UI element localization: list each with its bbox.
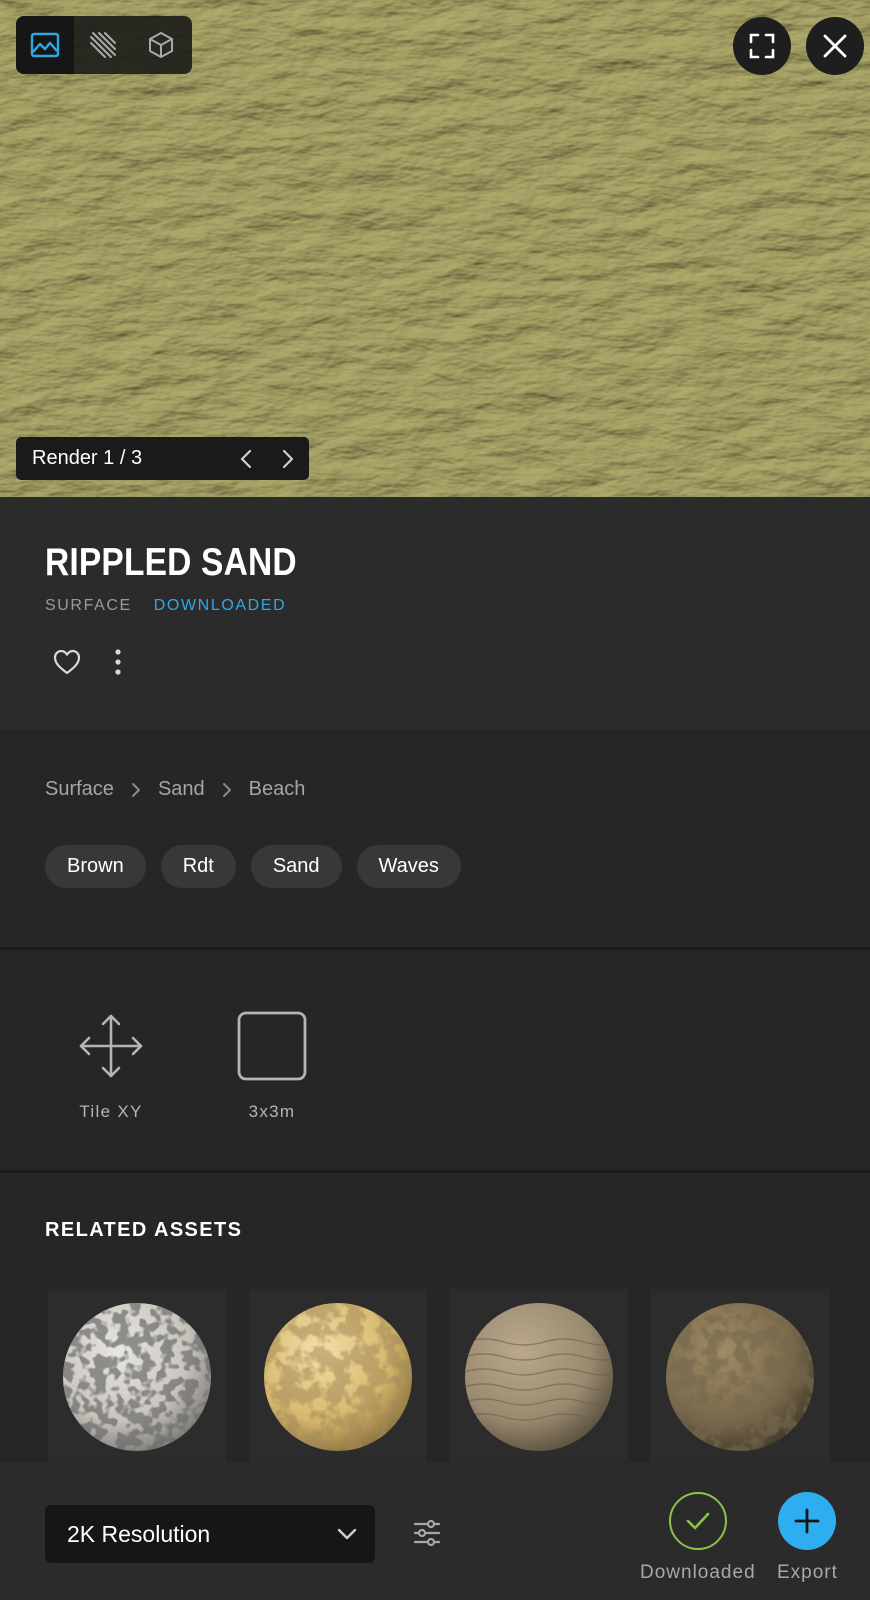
downloaded-label: Downloaded xyxy=(640,1562,756,1583)
sliders-icon xyxy=(413,1519,441,1547)
fullscreen-button[interactable] xyxy=(733,17,791,75)
texture-lines-icon xyxy=(90,32,116,58)
material-sphere-thumbnail xyxy=(63,1302,211,1451)
tile-label: Tile XY xyxy=(79,1102,143,1121)
view-mode-toggle xyxy=(16,16,192,74)
download-status: DOWNLOADED xyxy=(153,597,287,614)
resolution-select[interactable]: 2K Resolution xyxy=(45,1505,375,1563)
export-label: Export xyxy=(777,1562,838,1583)
cube-icon xyxy=(149,32,173,58)
download-settings-button[interactable] xyxy=(409,1515,445,1551)
close-icon xyxy=(823,34,847,58)
plus-icon xyxy=(795,1508,820,1534)
more-options-button[interactable] xyxy=(105,645,131,679)
material-sphere-thumbnail xyxy=(264,1302,412,1451)
downloaded-button[interactable] xyxy=(668,1492,727,1550)
categories-section: Surface Sand Beach Brown Rdt Sand Waves xyxy=(0,730,870,950)
related-asset-card[interactable] xyxy=(249,1289,427,1464)
tag-chip[interactable]: Brown xyxy=(45,845,146,888)
related-assets-list xyxy=(48,1289,829,1464)
render-navigator: Render 1 / 3 xyxy=(16,437,309,480)
breadcrumb-item-surface[interactable]: Surface xyxy=(45,778,114,801)
tag-list: Brown Rdt Sand Waves xyxy=(45,845,461,888)
material-sphere-thumbnail xyxy=(465,1302,613,1451)
chevron-down-icon xyxy=(337,1528,357,1540)
chevron-right-icon xyxy=(222,782,232,798)
fullscreen-icon xyxy=(749,33,775,59)
asset-type: SURFACE xyxy=(45,597,132,614)
tile-property: Tile XY xyxy=(75,1010,147,1122)
export-action[interactable]: Export xyxy=(777,1492,838,1584)
size-label: 3x3m xyxy=(248,1102,296,1121)
related-assets-heading: RELATED ASSETS xyxy=(45,1219,243,1241)
size-property: 3x3m xyxy=(236,1010,308,1122)
tag-chip[interactable]: Rdt xyxy=(160,845,236,888)
view-maps-button[interactable] xyxy=(74,16,132,74)
asset-preview: Render 1 / 3 xyxy=(0,0,870,497)
breadcrumb: Surface Sand Beach xyxy=(45,778,305,801)
close-button[interactable] xyxy=(806,17,864,75)
asset-info: RIPPLED SAND SURFACE DOWNLOADED xyxy=(0,497,870,730)
view-render-button[interactable] xyxy=(16,16,74,74)
previous-render-button[interactable] xyxy=(225,437,267,480)
asset-title: RIPPLED SAND xyxy=(45,541,297,584)
more-vertical-icon xyxy=(115,649,121,675)
check-icon xyxy=(686,1512,710,1530)
related-asset-card[interactable] xyxy=(651,1289,829,1464)
square-size-icon xyxy=(237,1011,307,1081)
next-render-button[interactable] xyxy=(267,437,309,480)
related-asset-card[interactable] xyxy=(450,1289,628,1464)
chevron-right-icon xyxy=(282,449,294,468)
material-sphere-thumbnail xyxy=(666,1302,814,1451)
preview-image xyxy=(0,0,870,497)
resolution-value: 2K Resolution xyxy=(67,1520,211,1547)
view-3d-button[interactable] xyxy=(132,16,190,74)
breadcrumb-item-beach[interactable]: Beach xyxy=(249,778,306,801)
tag-chip[interactable]: Waves xyxy=(356,845,461,888)
move-arrows-icon xyxy=(79,1014,143,1078)
chevron-left-icon xyxy=(240,449,252,468)
export-button[interactable] xyxy=(778,1492,837,1550)
breadcrumb-item-sand[interactable]: Sand xyxy=(158,778,205,801)
render-counter: Render 1 / 3 xyxy=(32,447,143,469)
downloaded-action[interactable]: Downloaded xyxy=(640,1492,756,1584)
related-asset-card[interactable] xyxy=(48,1289,226,1464)
asset-properties: Tile XY 3x3m xyxy=(0,950,870,1173)
asset-meta: SURFACE DOWNLOADED xyxy=(45,597,286,615)
chevron-right-icon xyxy=(131,782,141,798)
tag-chip[interactable]: Sand xyxy=(250,845,342,888)
favorite-button[interactable] xyxy=(50,645,84,679)
download-bar: 2K Resolution Downloaded Export xyxy=(0,1462,870,1600)
heart-icon xyxy=(53,649,81,675)
image-icon xyxy=(30,32,60,58)
